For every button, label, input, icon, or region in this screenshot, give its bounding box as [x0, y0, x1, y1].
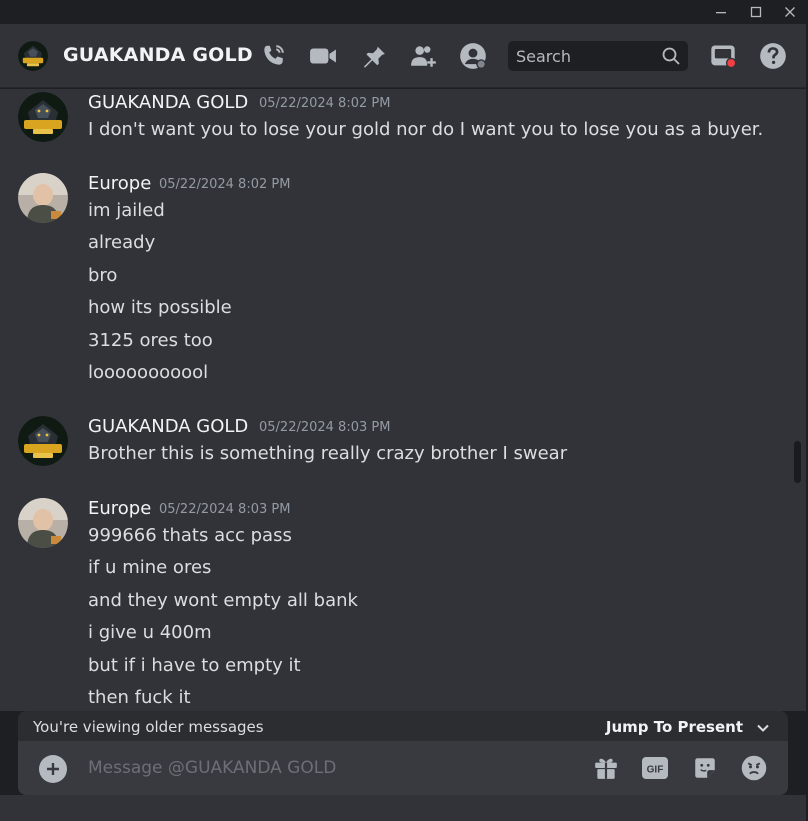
- bottom-padding: [0, 795, 806, 821]
- message-author[interactable]: GUAKANDA GOLD: [88, 416, 248, 437]
- inbox-icon[interactable]: [708, 41, 738, 71]
- search-placeholder: Search: [516, 47, 571, 66]
- maximize-icon[interactable]: [739, 0, 773, 24]
- message-composer: Message @GUAKANDA GOLD GIF: [18, 741, 788, 795]
- message-text: and they wont empty all bank: [88, 590, 358, 611]
- video-call-icon[interactable]: [308, 41, 338, 71]
- add-friends-icon[interactable]: [409, 41, 439, 71]
- gif-icon[interactable]: GIF: [641, 754, 669, 782]
- message-timestamp: 05/22/2024 8:02 PM: [159, 177, 291, 192]
- scrollbar-thumb[interactable]: [794, 441, 801, 483]
- guakanda-gold-avatar[interactable]: [18, 92, 68, 142]
- dm-header: GUAKANDA GOLD Search: [0, 24, 806, 88]
- gift-icon[interactable]: [592, 754, 620, 782]
- emoji-icon[interactable]: [740, 754, 768, 782]
- jump-to-present-button[interactable]: Jump To Present: [606, 718, 743, 736]
- message-author[interactable]: Europe: [88, 498, 151, 519]
- guakanda-gold-avatar[interactable]: [18, 41, 48, 71]
- message-input[interactable]: Message @GUAKANDA GOLD: [88, 758, 336, 778]
- message-text: I don't want you to lose your gold nor d…: [88, 119, 764, 140]
- message-text: then fuck it: [88, 687, 191, 708]
- search-input[interactable]: Search: [508, 41, 688, 71]
- message-text: already: [88, 232, 156, 253]
- message-text: im jailed: [88, 200, 165, 221]
- message-text: but if i have to empty it: [88, 655, 301, 676]
- add-attachment-icon[interactable]: [39, 755, 67, 783]
- message-text: looooooooool: [88, 362, 209, 383]
- scrollbar-track[interactable]: [793, 89, 801, 711]
- europe-avatar[interactable]: [18, 498, 68, 548]
- close-icon[interactable]: [773, 0, 807, 24]
- message-text: i give u 400m: [88, 622, 212, 643]
- help-icon[interactable]: [758, 41, 788, 71]
- message-text: 3125 ores too: [88, 330, 213, 351]
- window-titlebar: [0, 0, 808, 24]
- message-timestamp: 05/22/2024 8:03 PM: [159, 502, 291, 517]
- older-messages-text: You're viewing older messages: [33, 718, 264, 736]
- message-text: 999666 thats acc pass: [88, 525, 292, 546]
- chevron-down-icon[interactable]: [756, 720, 770, 739]
- pin-icon[interactable]: [359, 41, 389, 71]
- message-text: Brother this is something really crazy b…: [88, 443, 568, 464]
- message-timestamp: 05/22/2024 8:03 PM: [259, 420, 391, 435]
- message-list[interactable]: GUAKANDA GOLD 05/22/2024 8:02 PM I don't…: [0, 89, 806, 711]
- user-profile-icon[interactable]: [458, 41, 488, 71]
- older-messages-bar: You're viewing older messages Jump To Pr…: [18, 711, 788, 741]
- europe-avatar[interactable]: [18, 173, 68, 223]
- message-text: if u mine ores: [88, 557, 212, 578]
- voice-call-icon[interactable]: [258, 41, 288, 71]
- sticker-icon[interactable]: [691, 754, 719, 782]
- minimize-icon[interactable]: [704, 0, 738, 24]
- gif-label: GIF: [647, 765, 664, 776]
- message-author[interactable]: Europe: [88, 173, 151, 194]
- message-text: bro: [88, 265, 118, 286]
- message-timestamp: 05/22/2024 8:02 PM: [259, 96, 391, 111]
- message-author[interactable]: GUAKANDA GOLD: [88, 92, 248, 113]
- search-icon: [661, 46, 681, 70]
- page-title: GUAKANDA GOLD: [63, 44, 253, 66]
- guakanda-gold-avatar[interactable]: [18, 416, 68, 466]
- message-text: how its possible: [88, 297, 232, 318]
